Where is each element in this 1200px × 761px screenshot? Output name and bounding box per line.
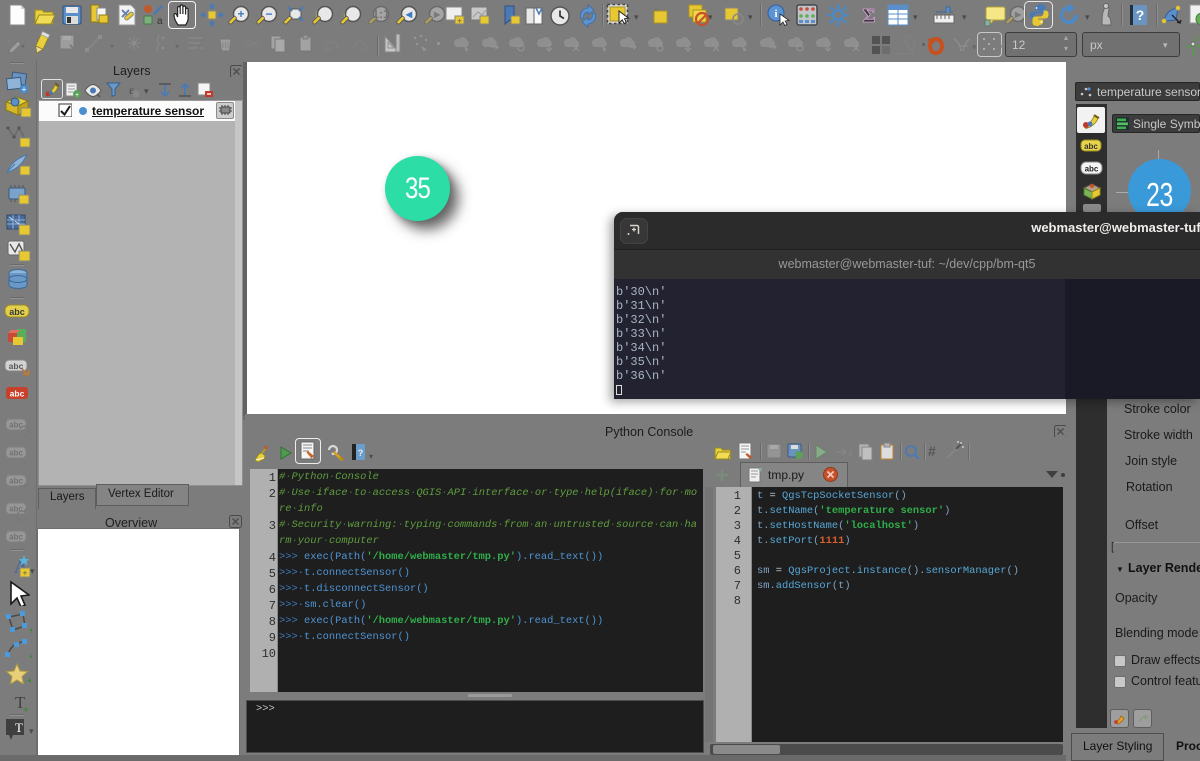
svg-text:abc: abc <box>9 477 23 486</box>
svg-text:abc: abc <box>9 307 25 317</box>
svg-text:s: s <box>848 448 853 459</box>
svg-text:+: + <box>75 92 79 99</box>
svg-text:−: − <box>265 7 272 21</box>
svg-text:abc: abc <box>9 361 24 371</box>
svg-text:+: + <box>29 626 32 634</box>
svg-text:abc: abc <box>1085 165 1099 174</box>
svg-text:abc: abc <box>10 389 25 399</box>
svg-text:abc: abc <box>9 505 23 514</box>
svg-text:◂: ◂ <box>405 7 413 21</box>
svg-text:abc: abc <box>1084 142 1098 151</box>
svg-text:+: + <box>457 17 462 26</box>
svg-text:i: i <box>774 8 777 20</box>
svg-text:+: + <box>21 85 26 95</box>
svg-text:+: + <box>29 652 32 660</box>
svg-text:▸: ▸ <box>433 7 441 21</box>
svg-text:abc: abc <box>9 533 23 542</box>
svg-text:Σ: Σ <box>862 5 875 27</box>
svg-text:▸: ▸ <box>1014 7 1022 21</box>
svg-text:+: + <box>23 705 29 713</box>
svg-text:+: + <box>237 7 244 21</box>
svg-text:?: ? <box>1136 7 1145 23</box>
svg-text:?: ? <box>358 448 364 458</box>
svg-text:1:1: 1:1 <box>372 7 390 21</box>
svg-text:T: T <box>15 720 23 735</box>
svg-text:+: + <box>23 569 28 578</box>
svg-text:a: a <box>157 16 163 26</box>
svg-text:abc: abc <box>9 449 23 458</box>
svg-text:+: + <box>27 676 31 684</box>
